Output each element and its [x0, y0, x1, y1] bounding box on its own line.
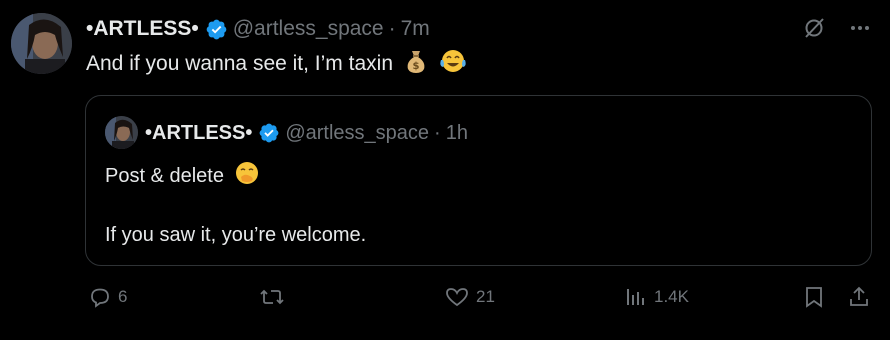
share-icon	[850, 286, 868, 306]
quoted-text-2: If you saw it, you’re welcome.	[105, 224, 367, 246]
tears-of-joy-emoji	[440, 50, 466, 72]
quoted-author-name: •ARTLESS•	[145, 121, 253, 144]
repost-button[interactable]	[259, 285, 291, 309]
post-text: And if you wanna see it, I’m taxin $	[86, 48, 467, 76]
quoted-author-avatar	[105, 116, 138, 149]
more-icon[interactable]	[848, 16, 872, 40]
svg-text:$: $	[412, 61, 419, 72]
bookmark-button[interactable]	[803, 285, 825, 309]
reply-icon	[91, 288, 109, 308]
like-icon	[446, 288, 468, 307]
reply-count: 6	[118, 287, 128, 306]
views-count: 1.4K	[654, 287, 689, 306]
bookmark-icon	[806, 287, 822, 308]
grok-icon[interactable]	[802, 16, 826, 40]
views-button[interactable]: 1.4K	[624, 285, 689, 309]
money-bag-emoji: $	[407, 51, 425, 73]
quoted-post[interactable]: •ARTLESS• @artless_space · 1h Post & del…	[85, 95, 872, 266]
author-name[interactable]: •ARTLESS•	[86, 17, 199, 41]
like-count: 21	[476, 287, 495, 306]
verified-badge-icon	[259, 123, 279, 143]
verified-badge-icon	[206, 19, 227, 39]
like-button[interactable]: 21	[444, 285, 495, 309]
hand-over-mouth-emoji	[235, 162, 258, 184]
quoted-post-text-line1: Post & delete	[105, 160, 260, 188]
quoted-text-1: Post & delete	[105, 165, 224, 187]
post-header: •ARTLESS• @artless_space · 7m	[86, 14, 430, 44]
quoted-post-header: •ARTLESS• @artless_space · 1h	[145, 118, 468, 148]
separator-dot: ·	[434, 121, 441, 144]
quoted-post-time: 1h	[445, 121, 468, 144]
author-handle[interactable]: @artless_space	[233, 17, 384, 41]
share-button[interactable]	[847, 285, 871, 309]
post-top-actions	[802, 16, 872, 40]
post-text-content: And if you wanna see it, I’m taxin	[86, 52, 393, 75]
post-action-bar: 6 21 1.4K	[0, 285, 890, 317]
post-time[interactable]: 7m	[401, 17, 430, 41]
views-icon	[627, 289, 644, 305]
author-avatar[interactable]	[11, 13, 72, 74]
separator-dot: ·	[388, 17, 396, 40]
quoted-author-handle: @artless_space	[285, 121, 430, 144]
repost-icon	[260, 289, 284, 305]
reply-button[interactable]: 6	[88, 285, 127, 309]
